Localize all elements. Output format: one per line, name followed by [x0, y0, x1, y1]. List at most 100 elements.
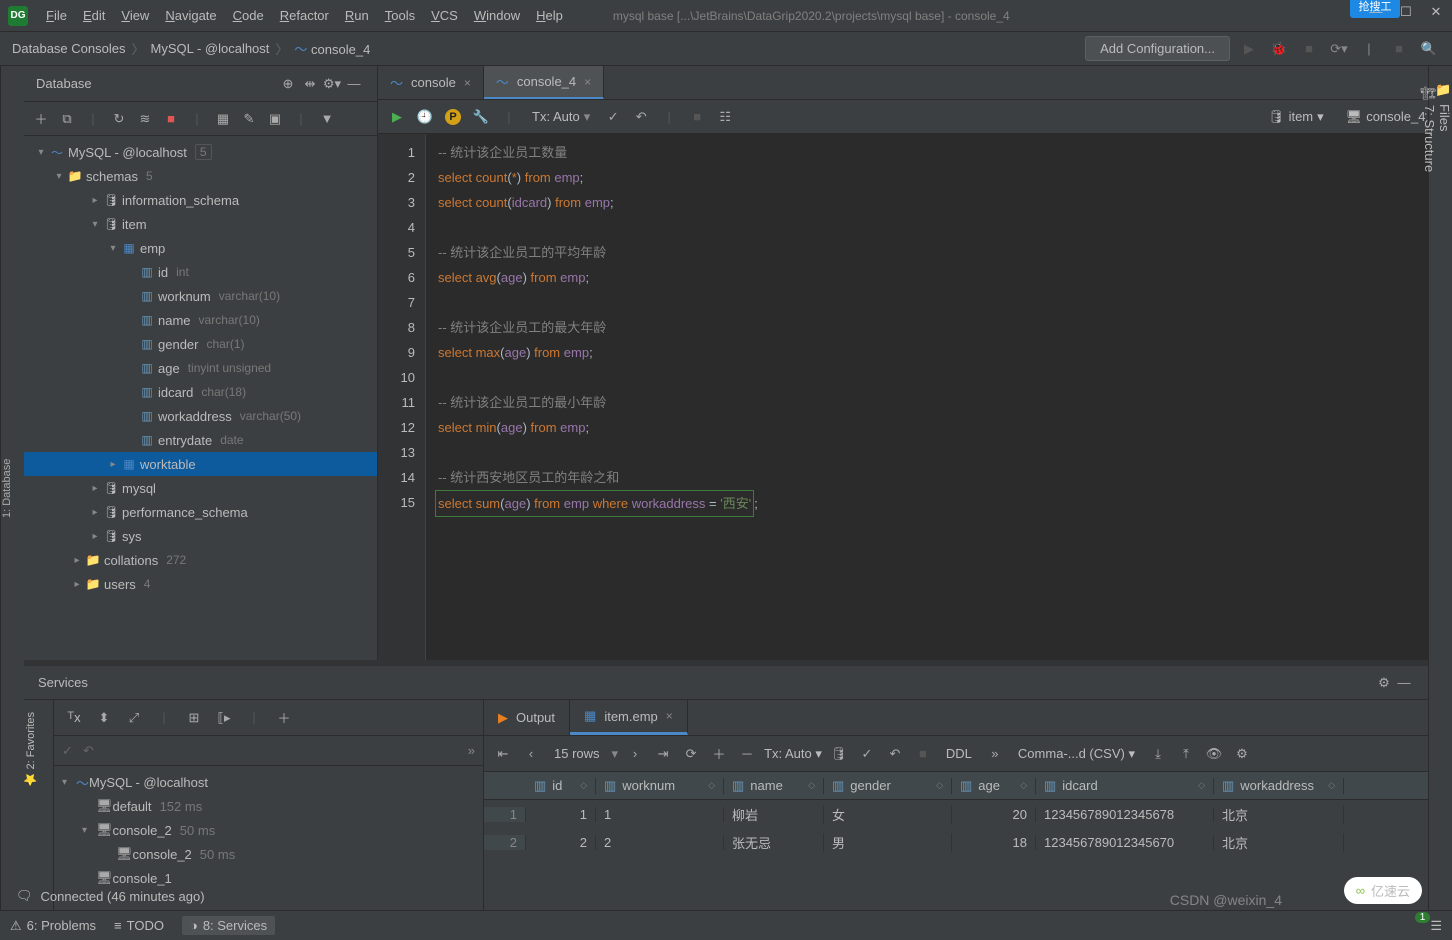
services-button[interactable]: ◑ 8: Services: [182, 916, 275, 935]
tx-mode-dropdown[interactable]: Tx: Auto ▾: [764, 746, 822, 762]
close-icon[interactable]: ✕: [1428, 4, 1444, 20]
favorites-icon[interactable]: ⭐ 2: Favorites: [24, 706, 37, 792]
next-icon[interactable]: ›: [624, 746, 646, 761]
settings-icon[interactable]: ☷: [714, 109, 736, 125]
console-icon[interactable]: ▣: [264, 111, 286, 127]
service-tree-item[interactable]: 🖥 console_250 ms: [54, 842, 483, 866]
wrench-icon[interactable]: 🔧: [470, 109, 492, 125]
tree-item-id[interactable]: ▥idint: [24, 260, 377, 284]
stop-icon[interactable]: ■: [1298, 41, 1320, 56]
column-header-gender[interactable]: ▥gender◇: [824, 778, 952, 794]
split-icon[interactable]: ⇹: [299, 76, 321, 92]
tx-mode-dropdown[interactable]: Tx: Auto ▾: [526, 109, 596, 125]
target-icon[interactable]: ⊕: [277, 76, 299, 92]
schema-selector[interactable]: 🛢 item ▾: [1260, 107, 1332, 127]
service-tree-item[interactable]: ▾〜 MySQL - @localhost: [54, 770, 483, 794]
tree-item-performance_schema[interactable]: ▸🛢performance_schema: [24, 500, 377, 524]
menu-file[interactable]: File: [38, 4, 75, 27]
group-icon[interactable]: ⟦▸: [212, 710, 236, 726]
menu-edit[interactable]: Edit: [75, 4, 113, 27]
tree-datasource[interactable]: ▾〜MySQL - @localhost5: [24, 140, 377, 164]
menu-window[interactable]: Window: [466, 4, 528, 27]
commit-icon[interactable]: ✓: [602, 109, 624, 125]
hide-icon[interactable]: —: [1394, 675, 1414, 690]
expand-icon[interactable]: ⬍: [92, 710, 116, 726]
event-log-icon[interactable]: 🗨: [16, 888, 33, 904]
gear-icon[interactable]: ⚙▾: [321, 76, 343, 92]
collapse-icon[interactable]: ⤢: [122, 710, 146, 726]
tree-item-entrydate[interactable]: ▥entrydatedate: [24, 428, 377, 452]
add-row-icon[interactable]: ＋: [708, 744, 730, 763]
maximize-icon[interactable]: ☐: [1398, 4, 1414, 20]
prev-icon[interactable]: ‹: [520, 746, 542, 761]
menu-navigate[interactable]: Navigate: [157, 4, 224, 27]
files-tab[interactable]: 📁 Files: [1437, 84, 1452, 892]
column-header-workaddress[interactable]: ▥workaddress◇: [1214, 778, 1344, 794]
add-icon[interactable]: ＋: [30, 109, 52, 128]
menu-view[interactable]: View: [113, 4, 157, 27]
gear-icon[interactable]: ⚙: [1231, 746, 1253, 762]
tree-item-idcard[interactable]: ▥idcardchar(18): [24, 380, 377, 404]
editor-tab-console[interactable]: 〜console×: [378, 66, 484, 99]
column-header-worknum[interactable]: ▥worknum◇: [596, 778, 724, 794]
tree-item-worktable[interactable]: ▸▦worktable: [24, 452, 377, 476]
debug-icon[interactable]: 🐞: [1268, 41, 1290, 57]
import-icon[interactable]: ⤒: [1175, 746, 1197, 762]
service-tree-item[interactable]: ▾🖥 console_250 ms: [54, 818, 483, 842]
breadcrumb-item[interactable]: 〜 console_4: [294, 39, 370, 58]
tree-item-workaddress[interactable]: ▥workaddressvarchar(50): [24, 404, 377, 428]
tree-item-mysql[interactable]: ▸🛢mysql: [24, 476, 377, 500]
run-icon[interactable]: ▶: [1238, 41, 1260, 57]
first-icon[interactable]: ⇤: [492, 746, 514, 762]
result-tab-item.emp[interactable]: ▦ item.emp ×: [570, 700, 688, 735]
tree-item-sys[interactable]: ▸🛢sys: [24, 524, 377, 548]
left-rail-database[interactable]: 1: Database: [0, 66, 24, 910]
eye-icon[interactable]: 👁: [1203, 746, 1225, 762]
search-icon[interactable]: 🔍: [1418, 41, 1440, 57]
more-icon[interactable]: »: [468, 743, 475, 758]
tx-icon[interactable]: Tx: [62, 710, 86, 725]
table-icon[interactable]: ▦: [212, 111, 234, 127]
stop-icon[interactable]: ■: [160, 111, 182, 126]
ddl-button[interactable]: DDL: [940, 746, 978, 761]
undo-icon[interactable]: ↶: [83, 743, 94, 759]
remove-row-icon[interactable]: －: [736, 744, 758, 763]
run-icon[interactable]: ▶: [386, 109, 408, 125]
tree-item-information_schema[interactable]: ▸🛢information_schema: [24, 188, 377, 212]
rollback-icon[interactable]: ↶: [884, 746, 906, 762]
format-dropdown[interactable]: Comma-...d (CSV) ▾: [1012, 746, 1141, 762]
history-icon[interactable]: 🕘: [414, 109, 436, 125]
tree-item-name[interactable]: ▥namevarchar(10): [24, 308, 377, 332]
hide-icon[interactable]: —: [343, 76, 365, 91]
column-header-idcard[interactable]: ▥idcard◇: [1036, 778, 1214, 794]
refresh-icon[interactable]: ↻: [108, 111, 130, 127]
gear-icon[interactable]: ⚙: [1374, 675, 1394, 691]
menu-refactor[interactable]: Refactor: [272, 4, 337, 27]
breadcrumb-item[interactable]: MySQL - @localhost: [150, 41, 269, 56]
tree-item-item[interactable]: ▾🛢item: [24, 212, 377, 236]
todo-button[interactable]: ≡ TODO: [114, 918, 164, 933]
menu-code[interactable]: Code: [225, 4, 272, 27]
tree-item-worknum[interactable]: ▥worknumvarchar(10): [24, 284, 377, 308]
copy-icon[interactable]: ⧉: [56, 111, 78, 127]
db-icon[interactable]: 🛢: [828, 746, 850, 762]
more-icon[interactable]: »: [984, 746, 1006, 761]
grid-icon[interactable]: ⊞: [182, 710, 206, 726]
column-header-age[interactable]: ▥age◇: [952, 778, 1036, 794]
stop2-icon[interactable]: ■: [1388, 41, 1410, 56]
check-icon[interactable]: ✓: [62, 743, 73, 759]
table-row[interactable]: 1 11柳岩 女20123456789012345678北京: [484, 800, 1428, 828]
tree-item-collations[interactable]: ▸📁collations272: [24, 548, 377, 572]
table-row[interactable]: 2 22张无忌 男18123456789012345670北京: [484, 828, 1428, 856]
menu-help[interactable]: Help: [528, 4, 571, 27]
event-badge[interactable]: 1☰: [1415, 918, 1442, 934]
reload-icon[interactable]: ⟳: [680, 746, 702, 762]
column-header-name[interactable]: ▥name◇: [724, 778, 824, 794]
commit-icon[interactable]: ✓: [856, 746, 878, 762]
stop-icon[interactable]: ■: [912, 746, 934, 761]
add-icon[interactable]: ＋: [272, 708, 296, 727]
tree-schemas[interactable]: ▾📁schemas5: [24, 164, 377, 188]
column-header-id[interactable]: ▥id◇: [526, 778, 596, 794]
sync-icon[interactable]: ≋: [134, 111, 156, 127]
service-tree-item[interactable]: 🖥 default152 ms: [54, 794, 483, 818]
